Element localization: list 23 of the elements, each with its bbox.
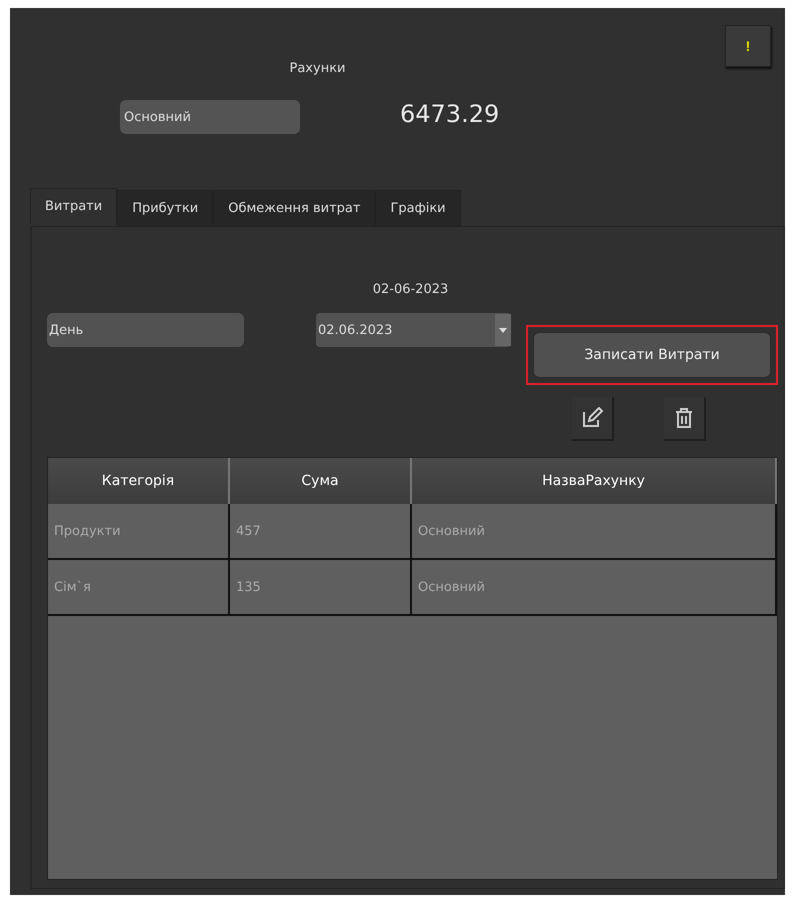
- tab[interactable]: Графіки: [375, 190, 461, 226]
- table-cell: Основний: [412, 560, 777, 616]
- save-expenses-button[interactable]: Записати Витрати: [533, 332, 771, 378]
- date-label: 02-06-2023: [372, 282, 448, 297]
- period-field[interactable]: День: [47, 313, 244, 347]
- column-header[interactable]: Сума: [230, 458, 412, 504]
- table-cell: Сім`я: [48, 560, 230, 616]
- table-cell: 457: [230, 504, 412, 560]
- table-cell: 135: [230, 560, 412, 616]
- table-cell: Продукти: [48, 504, 230, 560]
- edit-icon: [581, 407, 603, 429]
- column-header[interactable]: Категорія: [48, 458, 230, 504]
- table-cell: Основний: [412, 504, 777, 560]
- column-header[interactable]: НазваРахунку: [412, 458, 777, 504]
- account-dropdown[interactable]: Основний: [120, 100, 300, 134]
- section-title: Рахунки: [290, 61, 346, 76]
- balance-amount: 6473.29: [400, 100, 500, 130]
- date-field[interactable]: 02.06.2023: [316, 313, 511, 347]
- tab[interactable]: Обмеження витрат: [213, 190, 376, 226]
- tab[interactable]: Витрати: [30, 188, 118, 224]
- alert-button[interactable]: !: [725, 25, 771, 67]
- trash-icon: [674, 407, 694, 429]
- tab[interactable]: Прибутки: [117, 190, 214, 226]
